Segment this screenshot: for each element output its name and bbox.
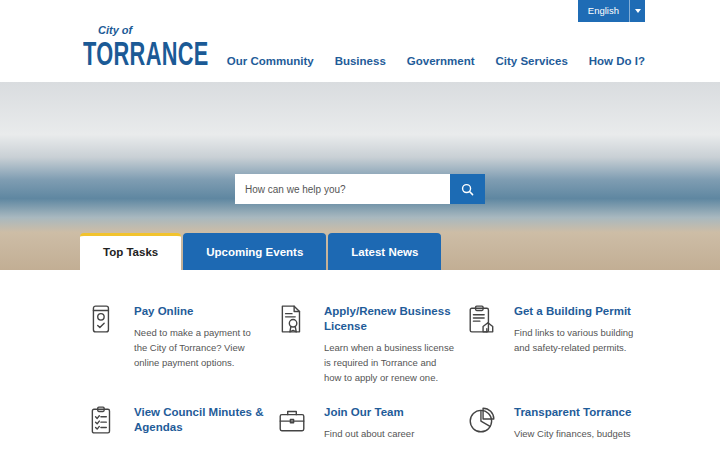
task-description: Learn when a business license is require…: [324, 340, 456, 385]
task-text: View Council Minutes & Agendas: [134, 405, 266, 441]
task-description: Need to make a payment to the City of To…: [134, 325, 266, 370]
tab-strip: Top Tasks Upcoming Events Latest News: [75, 233, 645, 270]
task-title[interactable]: Transparent Torrance: [514, 405, 646, 420]
task-text: Get a Building Permit Find links to vario…: [514, 304, 646, 355]
task-item[interactable]: Join Our Team Find out about career: [278, 405, 468, 441]
task-text: Transparent Torrance View City finances, …: [514, 405, 646, 441]
tab-label[interactable]: Latest News: [351, 244, 418, 261]
language-label[interactable]: English: [578, 0, 629, 22]
tab[interactable]: Top Tasks: [80, 233, 181, 270]
tab-label[interactable]: Top Tasks: [103, 244, 158, 261]
task-item[interactable]: Pay Online Need to make a payment to the …: [88, 304, 278, 385]
task-description: Find links to various building and safet…: [514, 325, 646, 355]
caret-down-icon[interactable]: [635, 9, 641, 13]
task-title[interactable]: View Council Minutes & Agendas: [134, 405, 266, 435]
task-description: Find out about career: [324, 426, 456, 441]
briefcase-icon[interactable]: [278, 405, 306, 435]
pie-chart-icon[interactable]: [468, 405, 496, 435]
search-bar: [235, 174, 485, 204]
task-title[interactable]: Get a Building Permit: [514, 304, 646, 319]
task-item[interactable]: Apply/Renew Business License Learn when a…: [278, 304, 468, 385]
logo-large-text[interactable]: TORRANCE: [83, 37, 209, 70]
logo-small-text[interactable]: City of: [98, 25, 213, 36]
main-nav: Our Community Business Government City Serv…: [227, 53, 645, 72]
task-item[interactable]: Transparent Torrance View City finances, …: [468, 405, 658, 441]
permit-clipboard-icon[interactable]: [468, 304, 496, 334]
nav-item[interactable]: Our Community: [227, 53, 314, 70]
task-text: Pay Online Need to make a payment to the …: [134, 304, 266, 370]
task-text: Apply/Renew Business License Learn when a…: [324, 304, 456, 385]
tab[interactable]: Upcoming Events: [183, 233, 326, 270]
tab[interactable]: Latest News: [328, 233, 441, 270]
search-button[interactable]: [450, 174, 485, 204]
hero-photo: Top Tasks Upcoming Events Latest News: [0, 82, 720, 270]
nav-item[interactable]: How Do I?: [589, 53, 645, 70]
language-select[interactable]: English: [578, 0, 645, 22]
top-bar: English: [75, 0, 645, 22]
task-title[interactable]: Join Our Team: [324, 405, 456, 420]
license-document-icon[interactable]: [278, 304, 306, 334]
task-description: View City finances, budgets: [514, 426, 646, 441]
payment-phone-icon[interactable]: [88, 304, 116, 334]
city-logo[interactable]: City ofTORRANCE: [83, 25, 213, 72]
task-title[interactable]: Apply/Renew Business License: [324, 304, 456, 334]
nav-item[interactable]: Government: [407, 53, 475, 70]
task-title[interactable]: Pay Online: [134, 304, 266, 319]
site-header: City ofTORRANCE Our Community Business Gov…: [75, 22, 645, 82]
nav-item[interactable]: Business: [335, 53, 386, 70]
search-input[interactable]: [235, 174, 450, 204]
task-grid: Pay Online Need to make a payment to the …: [75, 270, 645, 441]
dropdown-caret-box[interactable]: [629, 0, 645, 22]
task-text: Join Our Team Find out about career: [324, 405, 456, 441]
task-item[interactable]: View Council Minutes & Agendas: [88, 405, 278, 441]
checklist-clipboard-icon[interactable]: [88, 405, 116, 435]
magnifier-icon[interactable]: [461, 183, 474, 196]
tab-label[interactable]: Upcoming Events: [206, 244, 303, 261]
task-item[interactable]: Get a Building Permit Find links to vario…: [468, 304, 658, 385]
nav-item[interactable]: City Services: [496, 53, 568, 70]
